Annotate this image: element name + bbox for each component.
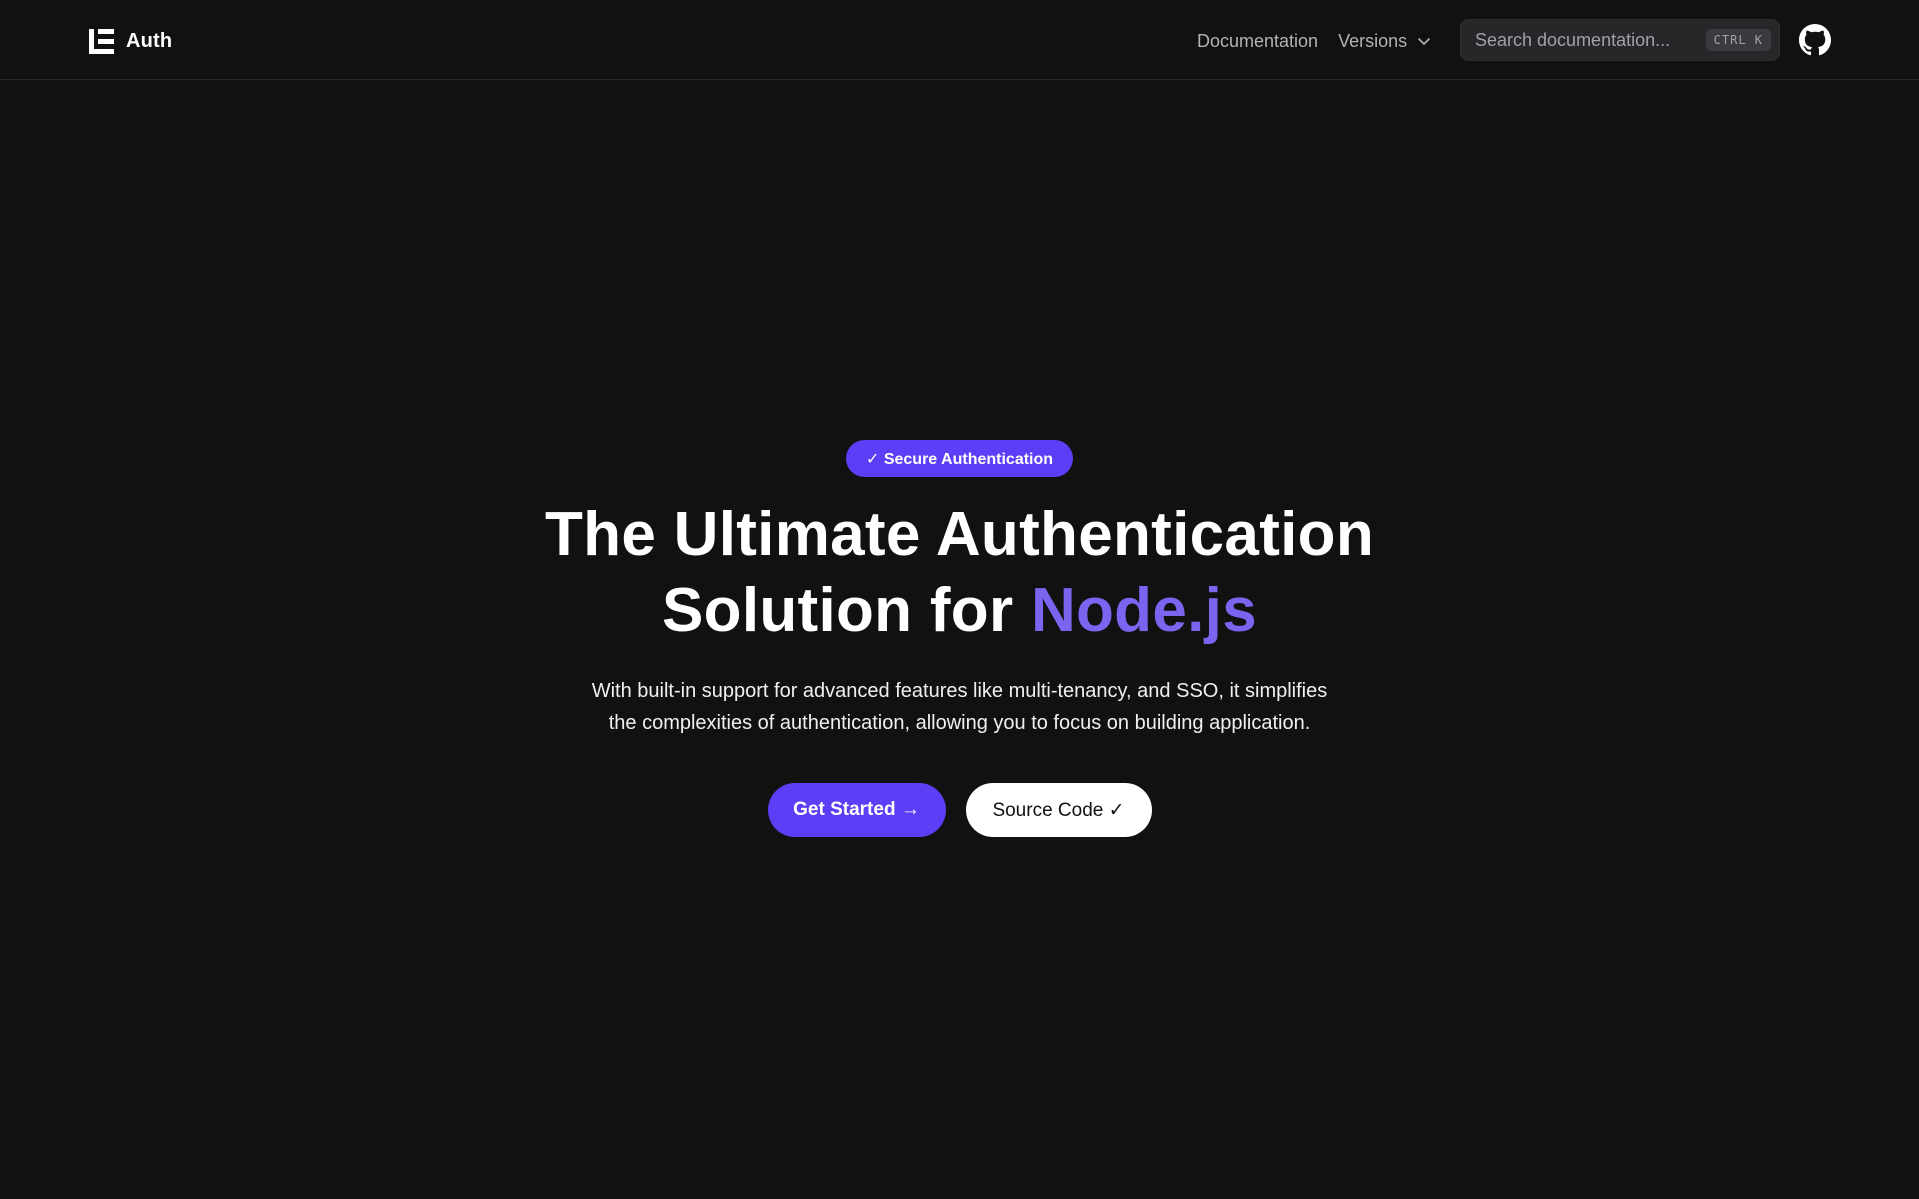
search-box[interactable]: CTRL K	[1460, 19, 1780, 61]
nav-documentation-label: Documentation	[1197, 30, 1319, 51]
brand-name: Auth	[126, 29, 173, 52]
search-input[interactable]	[1475, 29, 1706, 51]
hero-section: ✓ Secure Authentication The Ultimate Aut…	[0, 440, 1919, 837]
get-started-button[interactable]: Get Started →	[767, 783, 946, 837]
search-shortcut-hint: CTRL K	[1705, 29, 1771, 51]
hero-actions: Get Started → Source Code ✓	[767, 783, 1152, 837]
nav-links: Documentation Versions	[1197, 28, 1431, 54]
hero-subtitle: With built-in support for advanced featu…	[591, 680, 1328, 734]
nav-versions-label: Versions	[1338, 30, 1408, 51]
secure-auth-badge: ✓ Secure Authentication	[845, 440, 1074, 477]
hero-headline: The Ultimate Authentication Solution for…	[545, 497, 1374, 649]
nav-versions-dropdown[interactable]: Versions	[1338, 31, 1431, 52]
auth-logo-icon	[89, 28, 114, 54]
hero-headline-accent: Node.js	[1030, 576, 1257, 645]
hero-headline-line1: The Ultimate Authentication	[544, 500, 1375, 569]
github-icon	[1799, 24, 1831, 56]
hero-headline-line2-prefix: Solution for	[662, 576, 1031, 645]
source-code-button[interactable]: Source Code ✓	[965, 783, 1152, 837]
chevron-down-icon	[1418, 38, 1430, 45]
brand-link[interactable]: Auth	[89, 27, 172, 55]
top-navbar: Auth Documentation Versions CTRL K	[0, 0, 1919, 80]
nav-documentation-link[interactable]: Documentation	[1197, 31, 1318, 52]
github-link[interactable]	[1799, 24, 1831, 56]
